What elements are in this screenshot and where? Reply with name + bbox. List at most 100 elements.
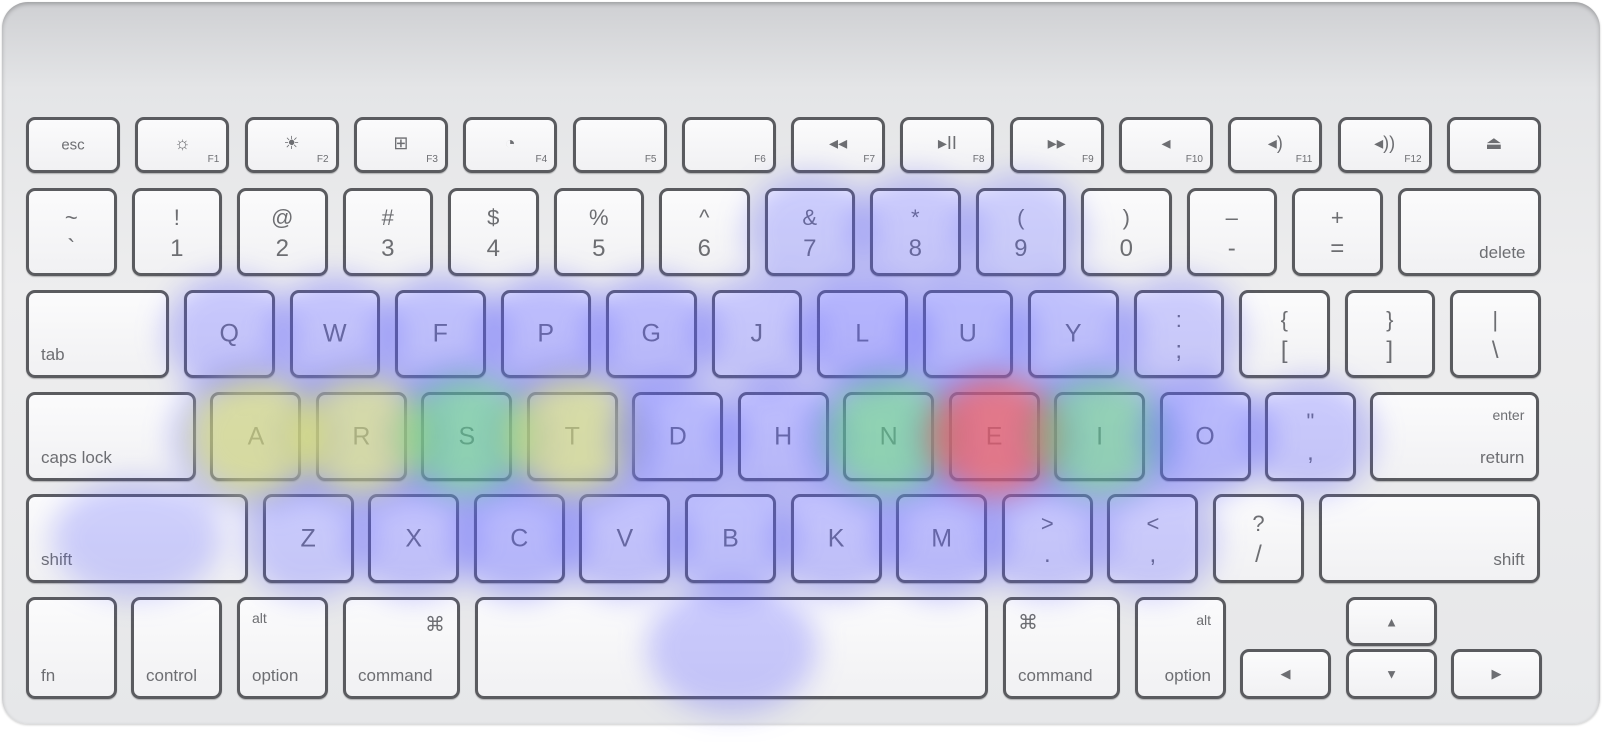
key-x[interactable]: X (368, 494, 460, 583)
key-c[interactable]: C (473, 494, 565, 583)
key-p[interactable]: P (500, 290, 591, 378)
key-tab[interactable]: tab (26, 290, 169, 378)
key-l[interactable]: L (817, 290, 908, 378)
key-esc[interactable]: esc (26, 117, 120, 173)
fast-forward-icon: ▸▸ (1047, 133, 1066, 153)
key-f11[interactable]: F11 ◂) (1228, 117, 1323, 173)
key-3[interactable]: #3 (342, 188, 433, 276)
key-j[interactable]: J (711, 290, 802, 378)
key-7[interactable]: & 7 (764, 188, 855, 276)
key-o[interactable]: O (1159, 392, 1251, 481)
key-label: return (1479, 448, 1525, 467)
key-[interactable]: ~ ` (26, 188, 117, 276)
key-f3[interactable]: F3 ⊞ (353, 117, 448, 173)
key-[interactable]: }] (1344, 290, 1435, 378)
key-u[interactable]: U (922, 290, 1013, 378)
function-key-label: F10 (1185, 154, 1203, 165)
mission-control-icon: ⊞ (393, 133, 409, 153)
key-return[interactable]: return enter (1370, 392, 1540, 481)
key-4[interactable]: $4 (448, 188, 539, 276)
key-f4[interactable]: F4 ◔ (463, 117, 558, 173)
key-f[interactable]: F (395, 290, 486, 378)
key-label: esc (61, 136, 85, 154)
key-g[interactable]: G (606, 290, 697, 378)
key-t[interactable]: T (526, 392, 618, 481)
key-h[interactable]: H (737, 392, 829, 481)
key-z[interactable]: Z (262, 494, 354, 583)
function-key-label: F11 (1295, 154, 1313, 165)
key-label: / (1255, 541, 1262, 568)
key-delete[interactable]: delete (1397, 188, 1541, 276)
key-[interactable]: ? / (1213, 494, 1304, 583)
key-shift-label: ) (1122, 205, 1130, 230)
key-label: ; (1175, 337, 1183, 364)
key-i[interactable]: I (1054, 392, 1146, 481)
key-k[interactable]: K (790, 494, 882, 583)
key-label: R (352, 422, 371, 450)
key-shift-label: ? (1252, 511, 1265, 536)
key-shift[interactable]: shift (1318, 494, 1540, 583)
key-[interactable]: | \ (1450, 290, 1541, 378)
key-m[interactable]: M (896, 494, 988, 583)
key-label: 6 (697, 235, 711, 262)
key-f1[interactable]: F1 ☼ (135, 117, 230, 173)
key-f9[interactable]: F9 ▸▸ (1009, 117, 1104, 173)
key-label: U (958, 319, 977, 348)
key-arrow-up[interactable]: ▲ (1346, 597, 1437, 646)
key-f5[interactable]: F5 (572, 117, 667, 173)
key-s[interactable]: S (421, 392, 513, 481)
key-a[interactable]: A (210, 392, 302, 481)
key-option[interactable]: option alt (237, 597, 328, 699)
key-b[interactable]: B (685, 494, 776, 583)
key-w[interactable]: W (289, 290, 380, 378)
key-[interactable]: :; (1133, 290, 1224, 378)
key-8[interactable]: * 8 (870, 188, 961, 276)
key-label: = (1330, 235, 1345, 262)
key-shift-label: @ (271, 205, 294, 230)
key-caps-lock[interactable]: caps lock (26, 392, 196, 481)
key-[interactable]: – - (1186, 188, 1277, 276)
key-label: W (322, 319, 347, 348)
key-2[interactable]: @2 (237, 188, 328, 276)
eject-icon: ⏏ (1485, 133, 1503, 153)
key-f2[interactable]: F2 ☀ (244, 117, 339, 173)
key-fn[interactable]: fn (26, 597, 117, 699)
key-5[interactable]: % 5 (553, 188, 644, 276)
key-option[interactable]: option alt (1135, 597, 1226, 699)
play-pause-icon: ▸II (937, 133, 957, 153)
key-f10[interactable]: F10 ◂ (1119, 117, 1213, 173)
key-e[interactable]: E (948, 392, 1040, 481)
key-command[interactable]: command ⌘ (343, 597, 460, 699)
key-6[interactable]: ^ 6 (659, 188, 750, 276)
key-[interactable]: >. (1001, 494, 1093, 583)
key-label: F (432, 319, 448, 348)
key-[interactable]: ", (1264, 392, 1356, 481)
key-space[interactable] (475, 597, 988, 699)
key-r[interactable]: R (315, 392, 407, 481)
key-f7[interactable]: F7 ◂◂ (791, 117, 886, 173)
key-label: ` (67, 235, 76, 262)
key-[interactable]: {[ (1239, 290, 1330, 378)
key-arrow-down[interactable]: ▼ (1346, 649, 1437, 699)
key-command[interactable]: command ⌘ (1003, 597, 1120, 699)
key-eject[interactable]: ⏏ (1446, 117, 1541, 173)
function-key-label: F12 (1404, 154, 1422, 165)
key-shift[interactable]: shift (26, 494, 248, 583)
key-arrow-right[interactable]: ▶ (1451, 649, 1542, 699)
key-1[interactable]: ! 1 (131, 188, 222, 276)
key-control[interactable]: control (131, 597, 222, 699)
key-arrow-left[interactable]: ◀ (1240, 649, 1331, 699)
key-v[interactable]: V (579, 494, 671, 583)
key-q[interactable]: Q (184, 290, 275, 378)
key-9[interactable]: (9 (975, 188, 1066, 276)
key-0[interactable]: ) 0 (1081, 188, 1172, 276)
key-shift-label: * (910, 205, 920, 230)
key-f6[interactable]: F6 (681, 117, 776, 173)
key-n[interactable]: N (843, 392, 935, 481)
key-f12[interactable]: F12 ◂)) (1337, 117, 1432, 173)
key-d[interactable]: D (632, 392, 724, 481)
key-[interactable]: <, (1107, 494, 1199, 583)
key-[interactable]: + = (1292, 188, 1383, 276)
key-y[interactable]: Y (1028, 290, 1119, 378)
key-f8[interactable]: F8 ▸II (900, 117, 995, 173)
